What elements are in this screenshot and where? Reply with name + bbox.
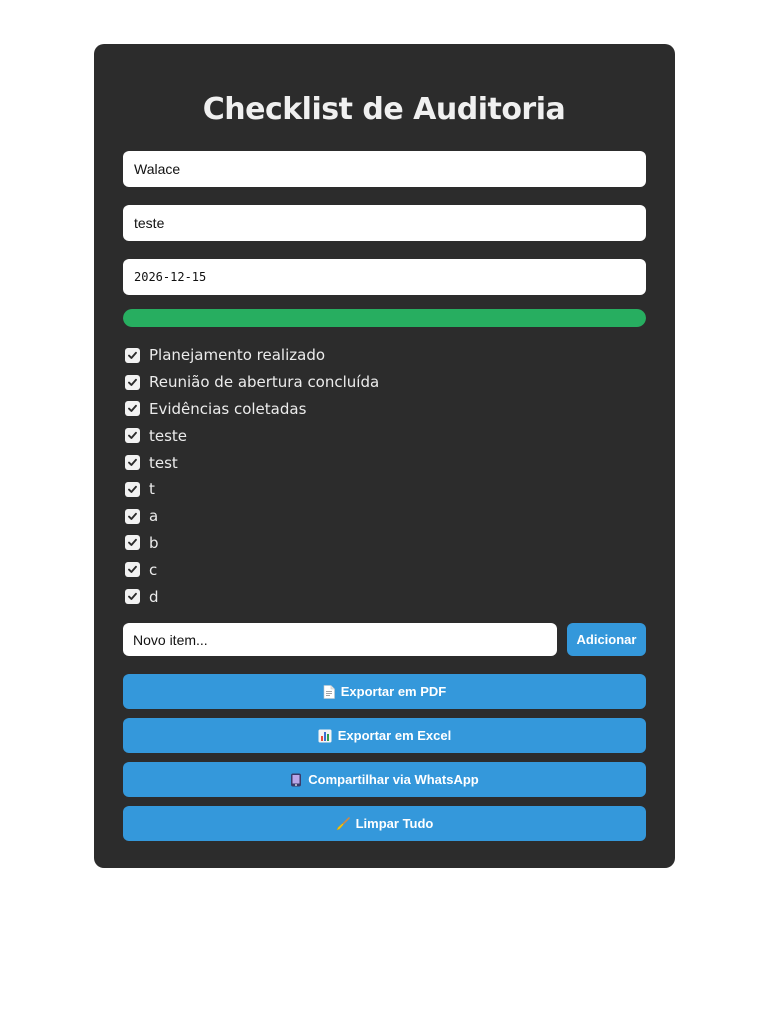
clear-all-label: Limpar Tudo bbox=[355, 816, 434, 831]
checklist-item-label: teste bbox=[149, 426, 188, 445]
checklist-item-label: Evidências coletadas bbox=[149, 399, 307, 418]
checkbox-icon[interactable] bbox=[125, 401, 140, 417]
checkbox-icon[interactable] bbox=[125, 481, 140, 497]
checklist-item-label: a bbox=[149, 507, 159, 526]
broom-icon bbox=[336, 816, 350, 831]
add-item-button[interactable]: Adicionar bbox=[567, 623, 646, 656]
checkbox-icon[interactable] bbox=[125, 562, 140, 578]
checklist-item-label: b bbox=[149, 533, 159, 552]
checkbox-icon[interactable] bbox=[125, 455, 140, 471]
checkbox-icon[interactable] bbox=[125, 535, 140, 551]
export-pdf-label: Exportar em PDF bbox=[340, 684, 447, 699]
checklist: Planejamento realizado Reunião de abertur… bbox=[125, 342, 625, 610]
checklist-item[interactable]: t bbox=[125, 476, 625, 503]
checklist-item[interactable]: test bbox=[125, 449, 625, 476]
checklist-item[interactable]: Reunião de abertura concluída bbox=[125, 369, 625, 396]
checklist-item[interactable]: c bbox=[125, 556, 625, 583]
description-input[interactable] bbox=[123, 205, 646, 241]
export-pdf-button[interactable]: Exportar em PDF bbox=[123, 674, 646, 709]
document-icon bbox=[323, 684, 335, 699]
checkbox-icon[interactable] bbox=[125, 508, 140, 524]
phone-icon bbox=[290, 773, 302, 787]
date-input[interactable] bbox=[123, 259, 646, 295]
checklist-item[interactable]: b bbox=[125, 530, 625, 557]
checklist-item-label: Planejamento realizado bbox=[149, 346, 326, 365]
checklist-item-label: t bbox=[149, 480, 155, 499]
auditor-name-input[interactable] bbox=[123, 151, 646, 187]
checklist-item[interactable]: Evidências coletadas bbox=[125, 396, 625, 423]
share-whatsapp-label: Compartilhar via WhatsApp bbox=[308, 772, 479, 787]
progress-bar bbox=[123, 309, 646, 327]
checklist-item[interactable]: teste bbox=[125, 422, 625, 449]
checklist-item-label: test bbox=[149, 453, 178, 472]
checklist-item[interactable]: a bbox=[125, 503, 625, 530]
checklist-item-label: d bbox=[149, 587, 159, 606]
export-excel-label: Exportar em Excel bbox=[337, 728, 452, 743]
page-title: Checklist de Auditoria bbox=[202, 92, 566, 127]
new-item-input[interactable] bbox=[123, 623, 557, 656]
checkbox-icon[interactable] bbox=[125, 347, 140, 363]
export-excel-button[interactable]: Exportar em Excel bbox=[123, 718, 646, 753]
progress-bar-fill bbox=[123, 309, 646, 327]
share-whatsapp-button[interactable]: Compartilhar via WhatsApp bbox=[123, 762, 646, 797]
clear-all-button[interactable]: Limpar Tudo bbox=[123, 806, 646, 841]
checklist-item[interactable]: Planejamento realizado bbox=[125, 342, 625, 369]
checklist-item-label: c bbox=[149, 560, 158, 579]
checkbox-icon[interactable] bbox=[125, 589, 140, 605]
checklist-item-label: Reunião de abertura concluída bbox=[149, 373, 380, 392]
checklist-item[interactable]: d bbox=[125, 583, 625, 610]
bar-chart-icon bbox=[318, 729, 332, 743]
checkbox-icon[interactable] bbox=[125, 374, 140, 390]
checkbox-icon[interactable] bbox=[125, 428, 140, 444]
